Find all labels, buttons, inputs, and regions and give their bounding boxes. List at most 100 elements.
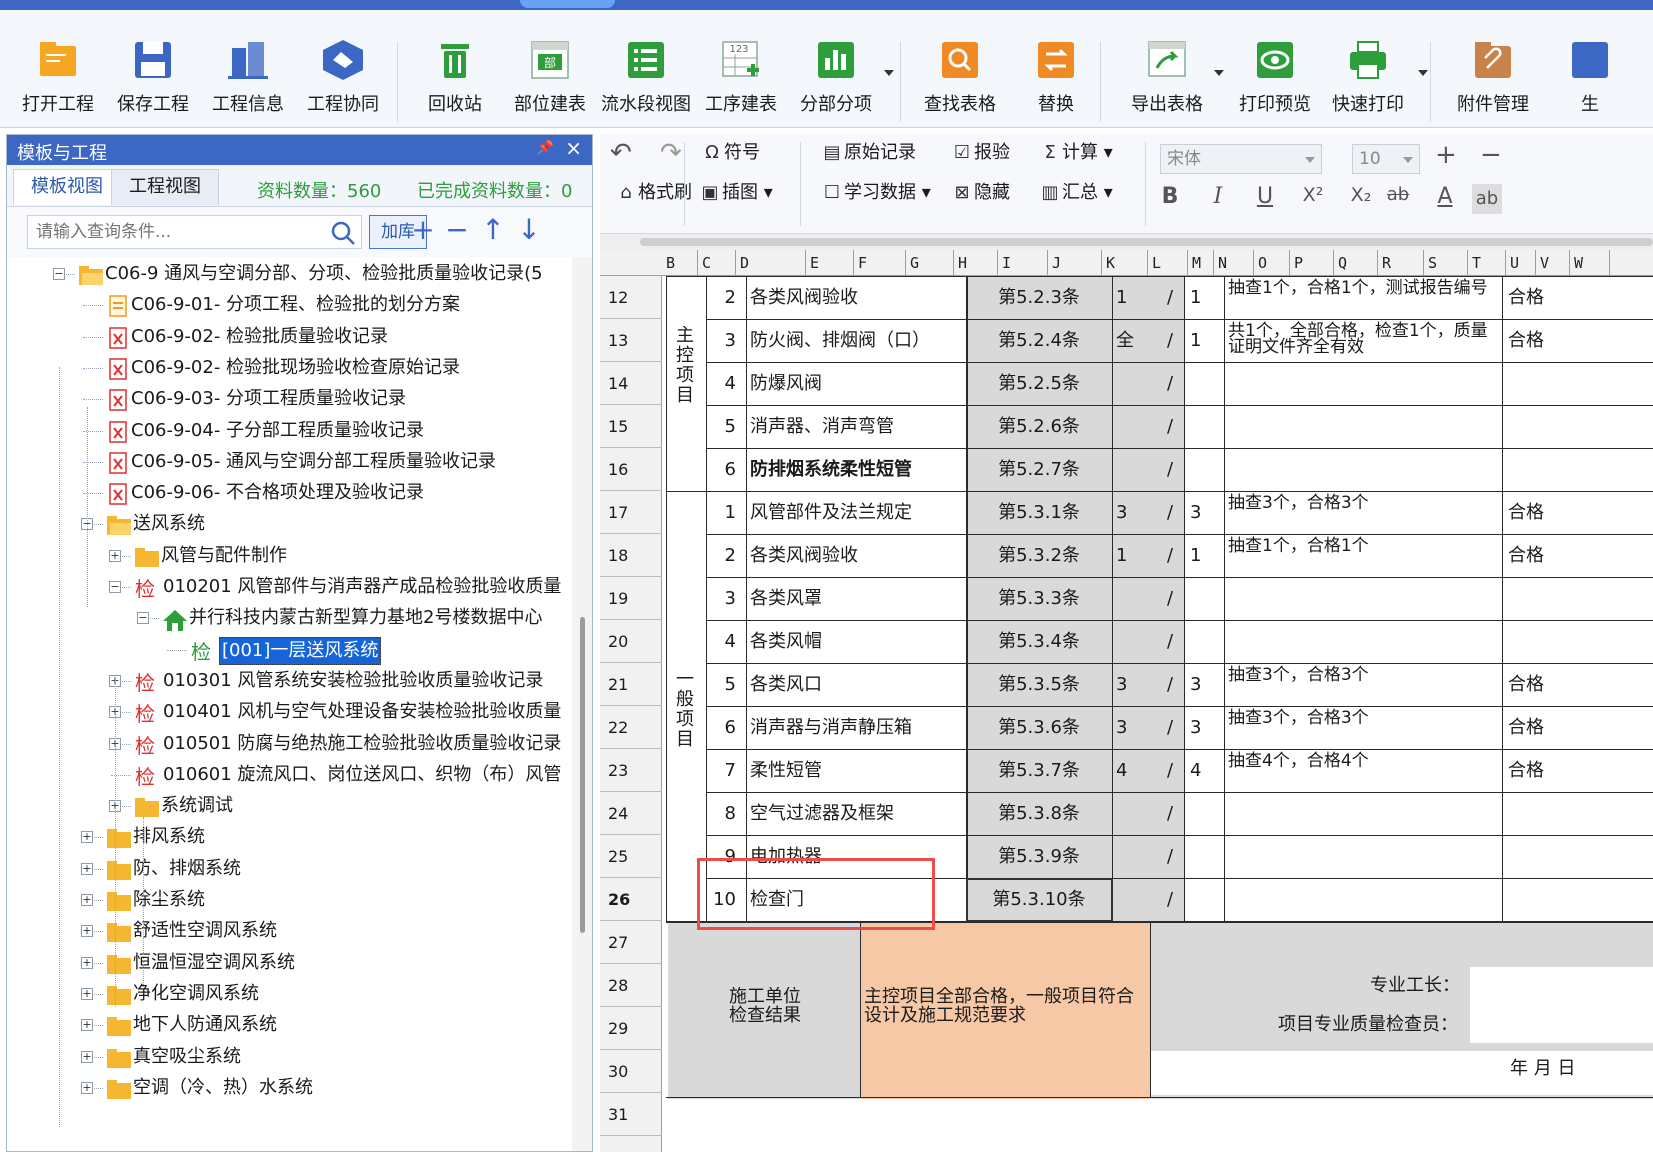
column-header-cell[interactable]: F bbox=[854, 250, 906, 276]
cell-slash[interactable]: / bbox=[1156, 835, 1184, 878]
cell-idx[interactable]: 2 bbox=[706, 534, 742, 577]
cell-name[interactable]: 风管部件及法兰规定 bbox=[750, 491, 964, 534]
generate-button[interactable]: 生 bbox=[1540, 38, 1640, 118]
cell-slash[interactable]: / bbox=[1156, 706, 1184, 749]
cell-min[interactable] bbox=[1116, 362, 1156, 405]
column-header-cell[interactable]: C bbox=[698, 250, 736, 276]
column-header-cell[interactable]: G bbox=[906, 250, 954, 276]
tree-node[interactable]: C06-9-03- 分项工程质量验收记录 bbox=[7, 384, 572, 414]
cell-name[interactable]: 检查门 bbox=[750, 878, 964, 921]
cell-clause[interactable]: 第5.3.2条 bbox=[966, 534, 1112, 577]
part-table-button[interactable]: 部部位建表 bbox=[500, 38, 600, 118]
hide-button[interactable]: ⊠ 隐藏 bbox=[950, 178, 1010, 208]
cell-name[interactable]: 各类风阀验收 bbox=[750, 276, 964, 319]
cell-name[interactable]: 防火阀、排烟阀（口） bbox=[750, 319, 964, 362]
underline-button[interactable]: U bbox=[1250, 184, 1280, 209]
tree-node[interactable]: + 空调（冷、热）水系统 bbox=[7, 1073, 572, 1103]
column-header-cell[interactable]: Q bbox=[1334, 250, 1378, 276]
tree-node[interactable]: 检 010601 旋流风口、岗位送风口、织物（布）风管 bbox=[7, 760, 572, 790]
collapse-icon[interactable]: − bbox=[53, 268, 65, 280]
chevron-down-icon[interactable] bbox=[1418, 70, 1428, 76]
column-header-cell[interactable]: B bbox=[662, 250, 698, 276]
cell-n[interactable]: 1 bbox=[1190, 319, 1220, 362]
tree-node[interactable]: + 舒适性空调风系统 bbox=[7, 916, 572, 946]
save-project-button[interactable]: 保存工程 bbox=[103, 38, 203, 118]
expand-icon[interactable]: + bbox=[81, 925, 93, 938]
cell-min[interactable]: 4 bbox=[1116, 749, 1156, 792]
column-header-cell[interactable]: T bbox=[1468, 250, 1506, 276]
cell-slash[interactable]: / bbox=[1156, 577, 1184, 620]
cell-n[interactable] bbox=[1190, 620, 1220, 663]
cell-judge[interactable]: 合格 bbox=[1508, 534, 1588, 577]
font-family-select[interactable]: 宋体 bbox=[1160, 144, 1322, 174]
tree-node[interactable]: C06-9-01- 分项工程、检验批的划分方案 bbox=[7, 290, 572, 320]
report-button[interactable]: ☑ 报验 bbox=[950, 138, 1010, 168]
cell-slash[interactable]: / bbox=[1156, 491, 1184, 534]
summary-button[interactable]: ▥ 汇总 ▾ bbox=[1038, 178, 1112, 208]
cell-idx[interactable]: 8 bbox=[706, 792, 742, 835]
cell-slash[interactable]: / bbox=[1156, 319, 1184, 362]
cell-result[interactable] bbox=[1228, 878, 1498, 921]
cell-idx[interactable]: 9 bbox=[706, 835, 742, 878]
increase-font-icon[interactable]: + bbox=[1435, 140, 1457, 170]
format-brush-button[interactable]: ⌂ 格式刷 bbox=[600, 178, 692, 208]
cell-idx[interactable]: 6 bbox=[706, 706, 742, 749]
cell-slash[interactable]: / bbox=[1156, 620, 1184, 663]
cell-slash[interactable]: / bbox=[1156, 405, 1184, 448]
column-header-cell[interactable]: E bbox=[806, 250, 854, 276]
search-input[interactable] bbox=[27, 215, 362, 249]
cell-result[interactable]: 抽查3个，合格3个 bbox=[1228, 663, 1498, 706]
cell-result[interactable]: 抽查4个，合格4个 bbox=[1228, 749, 1498, 792]
expand-icon[interactable]: + bbox=[81, 894, 93, 906]
cell-judge[interactable]: 合格 bbox=[1508, 706, 1588, 749]
cell-result[interactable] bbox=[1228, 362, 1498, 405]
search-icon[interactable] bbox=[329, 219, 357, 247]
cell-min[interactable] bbox=[1116, 448, 1156, 491]
cell-name[interactable]: 防爆风阀 bbox=[750, 362, 964, 405]
close-icon[interactable]: × bbox=[565, 136, 582, 160]
tab-project-view[interactable]: 工程视图 bbox=[111, 169, 219, 205]
cell-min[interactable]: 1 bbox=[1116, 534, 1156, 577]
cell-n[interactable]: 3 bbox=[1190, 491, 1220, 534]
decrease-font-icon[interactable]: − bbox=[1480, 140, 1502, 170]
cell-judge[interactable] bbox=[1508, 577, 1588, 620]
cell-n[interactable] bbox=[1190, 577, 1220, 620]
column-header-cell[interactable]: M bbox=[1188, 250, 1214, 276]
cell-name[interactable]: 防排烟系统柔性短管 bbox=[750, 448, 964, 491]
cell-min[interactable] bbox=[1116, 577, 1156, 620]
tree-node[interactable]: + 排风系统 bbox=[7, 822, 572, 852]
column-header-cell[interactable]: D bbox=[736, 250, 806, 276]
cell-n[interactable] bbox=[1190, 835, 1220, 878]
cell-slash[interactable]: / bbox=[1156, 276, 1184, 319]
export-table-button[interactable]: 导出表格 bbox=[1117, 38, 1217, 118]
cell-name[interactable]: 各类风帽 bbox=[750, 620, 964, 663]
cell-idx[interactable]: 4 bbox=[706, 620, 742, 663]
expand-icon[interactable]: + bbox=[81, 862, 93, 875]
cell-slash[interactable]: / bbox=[1156, 534, 1184, 577]
cell-min[interactable]: 3 bbox=[1116, 491, 1156, 534]
collapse-icon[interactable]: − bbox=[137, 612, 149, 625]
raw-record-button[interactable]: ▤ 原始记录 bbox=[820, 138, 916, 168]
cell-slash[interactable]: / bbox=[1156, 448, 1184, 491]
column-header-cell[interactable]: U bbox=[1506, 250, 1536, 276]
cell-clause[interactable]: 第5.3.7条 bbox=[966, 749, 1112, 792]
cell-result[interactable]: 抽查1个，合格1个 bbox=[1228, 534, 1498, 577]
cell-min[interactable]: 3 bbox=[1116, 663, 1156, 706]
strikethrough-button[interactable]: ab bbox=[1378, 184, 1418, 205]
cell-result[interactable]: 抽查3个，合格3个 bbox=[1228, 706, 1498, 749]
column-header-cell[interactable]: S bbox=[1424, 250, 1468, 276]
column-header-cell[interactable]: O bbox=[1254, 250, 1290, 276]
scrollbar-thumb[interactable] bbox=[580, 617, 585, 933]
tree-node[interactable]: − 送风系统 bbox=[7, 509, 572, 539]
subdivision-button[interactable]: 分部分项 bbox=[786, 38, 886, 118]
cell-slash[interactable]: / bbox=[1156, 792, 1184, 835]
cell-clause[interactable]: 第5.3.5条 bbox=[966, 663, 1112, 706]
cell-idx[interactable]: 5 bbox=[706, 405, 742, 448]
expand-icon[interactable]: + bbox=[81, 987, 93, 1000]
cell-idx[interactable]: 3 bbox=[706, 319, 742, 362]
column-header-cell[interactable]: J bbox=[1048, 250, 1102, 276]
redo-icon[interactable]: ↷ bbox=[660, 138, 682, 168]
chevron-down-icon[interactable] bbox=[884, 70, 894, 76]
plus-icon[interactable]: + bbox=[409, 216, 437, 245]
cell-judge[interactable]: 合格 bbox=[1508, 491, 1588, 534]
